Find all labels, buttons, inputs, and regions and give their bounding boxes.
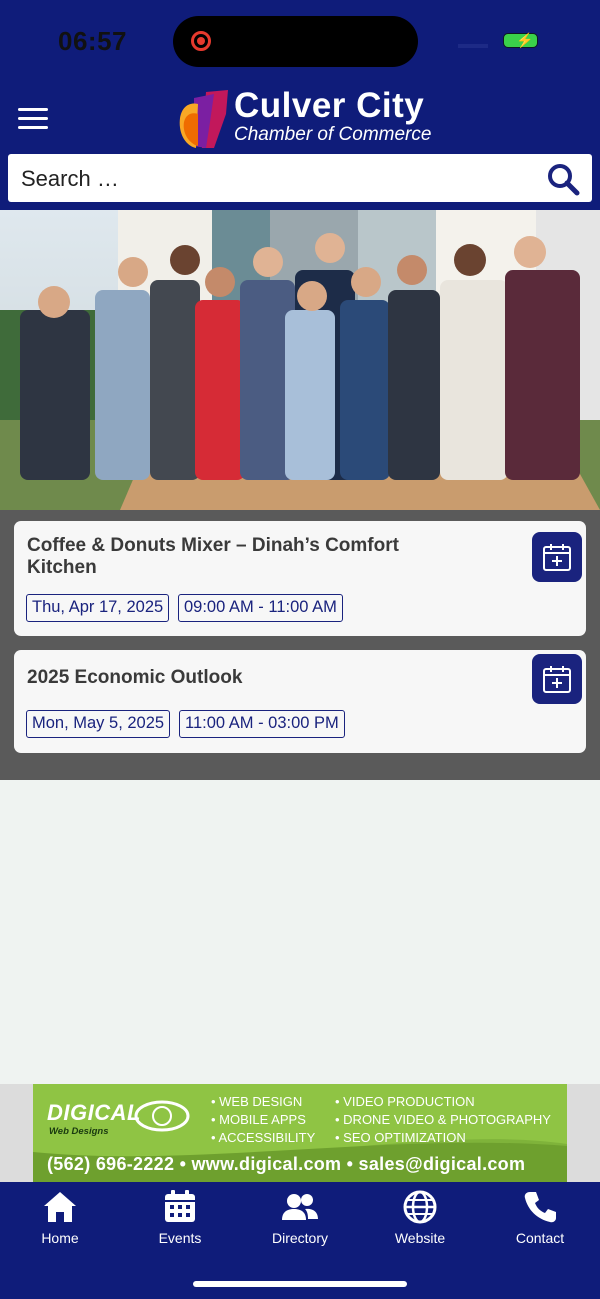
- chamber-logo: Culver City Chamber of Commerce: [176, 86, 431, 152]
- tab-label: Events: [158, 1230, 202, 1246]
- people-icon: [282, 1194, 318, 1220]
- battery-icon: ⚡: [503, 32, 538, 48]
- logo-subtitle: Chamber of Commerce: [234, 124, 432, 145]
- tab-label: Website: [394, 1230, 446, 1246]
- event-card[interactable]: Coffee & Donuts Mixer – Dinah’s Comfort …: [14, 521, 586, 636]
- add-to-calendar-button[interactable]: [532, 532, 582, 582]
- event-title[interactable]: 2025 Economic Outlook: [27, 667, 447, 689]
- events-list: Coffee & Donuts Mixer – Dinah’s Comfort …: [0, 510, 600, 780]
- tab-events[interactable]: Events: [120, 1190, 240, 1254]
- ad-band: DIGICAL Web Designs • WEB DESIGN • MOBIL…: [0, 1084, 600, 1182]
- logo-title: Culver City: [234, 86, 425, 125]
- ad-contact-line: (562) 696-2222 • www.digical.com • sales…: [47, 1154, 526, 1174]
- tab-website[interactable]: Website: [360, 1190, 480, 1254]
- ad-service: • MOBILE APPS: [211, 1112, 306, 1127]
- ad-brand: DIGICAL: [47, 1100, 141, 1125]
- ad-logo-swoosh-icon: [134, 1100, 190, 1132]
- tab-home[interactable]: Home: [0, 1190, 120, 1254]
- content-empty-area: [0, 780, 600, 1084]
- search-input[interactable]: Search …: [21, 166, 119, 192]
- logo-mark-icon: [179, 90, 228, 148]
- home-indicator: [193, 1281, 407, 1287]
- signal-icon: [458, 44, 488, 48]
- tab-directory[interactable]: Directory: [240, 1190, 360, 1254]
- sponsor-ad-banner[interactable]: DIGICAL Web Designs • WEB DESIGN • MOBIL…: [33, 1084, 567, 1182]
- tab-contact[interactable]: Contact: [480, 1190, 600, 1254]
- tab-label: Contact: [515, 1230, 565, 1246]
- phone-icon: [524, 1192, 556, 1223]
- bottom-tab-bar: Home Events Directory Website Contact: [0, 1182, 600, 1299]
- calendar-add-icon: [543, 666, 571, 693]
- ad-service: • SEO OPTIMIZATION: [335, 1130, 466, 1145]
- recording-indicator-icon: [191, 31, 211, 51]
- event-date-chip: Thu, Apr 17, 2025: [26, 594, 170, 622]
- home-icon: [44, 1192, 76, 1222]
- ad-service: • DRONE VIDEO & PHOTOGRAPHY: [335, 1112, 551, 1127]
- app-header: 06:57 ⚡ Culver City Chamber of Commerce …: [0, 0, 600, 210]
- event-time-chip: 11:00 AM - 03:00 PM: [179, 710, 345, 738]
- calendar-add-icon: [543, 544, 571, 571]
- ad-service: • WEB DESIGN: [211, 1094, 303, 1109]
- add-to-calendar-button[interactable]: [532, 654, 582, 704]
- group-photo-image: [0, 210, 600, 510]
- status-time: 06:57: [58, 26, 127, 56]
- search-bar[interactable]: Search …: [8, 154, 592, 202]
- ad-service: • ACCESSIBILITY: [211, 1130, 316, 1145]
- event-card[interactable]: 2025 Economic Outlook Mon, May 5, 2025 1…: [14, 650, 586, 753]
- calendar-icon: [165, 1190, 195, 1222]
- globe-icon: [403, 1190, 437, 1224]
- search-icon[interactable]: [546, 162, 580, 196]
- tab-label: Home: [41, 1230, 79, 1246]
- hero-group-photo: [0, 210, 600, 510]
- dynamic-island: [173, 16, 418, 67]
- tab-label: Directory: [271, 1230, 328, 1246]
- hamburger-menu-icon[interactable]: [18, 108, 48, 130]
- ad-brand-subtitle: Web Designs: [49, 1126, 109, 1137]
- event-title[interactable]: Coffee & Donuts Mixer – Dinah’s Comfort …: [27, 535, 447, 579]
- event-time-chip: 09:00 AM - 11:00 AM: [178, 594, 343, 622]
- ad-service: • VIDEO PRODUCTION: [335, 1094, 475, 1109]
- event-date-chip: Mon, May 5, 2025: [26, 710, 171, 738]
